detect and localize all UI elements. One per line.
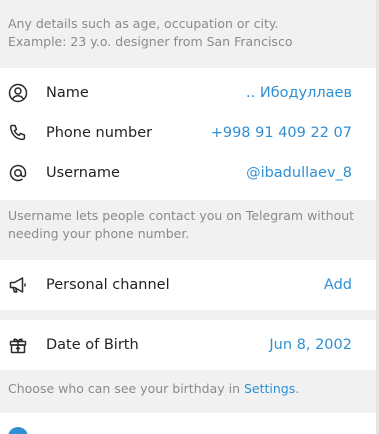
add-channel-link[interactable]: Add <box>324 277 352 293</box>
date-of-birth-label: Date of Birth <box>46 337 139 353</box>
birthday-hint-line: Choose who can see your birthday in Sett… <box>8 380 365 398</box>
username-value: @ibadullaev_8 <box>246 165 352 181</box>
partial-icon <box>8 427 28 434</box>
bio-hint: Any details such as age, occupation or c… <box>0 15 379 51</box>
username-hint-line2: needing your phone number. <box>8 226 190 241</box>
date-of-birth-row[interactable]: Date of Birth Jun 8, 2002 <box>0 325 376 365</box>
gift-icon <box>8 335 28 355</box>
bio-hint-line1: Any details such as age, occupation or c… <box>8 16 279 31</box>
settings-link[interactable]: Settings <box>244 381 295 396</box>
bio-hint-line2: Example: 23 y.o. designer from San Franc… <box>8 34 293 49</box>
at-sign-icon <box>8 163 28 183</box>
person-icon <box>8 83 28 103</box>
phone-label: Phone number <box>46 125 153 141</box>
birthday-hint-text: Choose who can see your birthday in <box>8 381 244 396</box>
phone-value: +998 91 409 22 07 <box>210 125 352 141</box>
birthday-card: Date of Birth Jun 8, 2002 <box>0 320 376 370</box>
username-row[interactable]: Username @ibadullaev_8 <box>0 153 376 193</box>
info-card: Name .. Ибодуллаев Phone number +998 91 … <box>0 68 376 200</box>
username-hint: Username lets people contact you on Tele… <box>0 207 379 243</box>
name-value: .. Ибодуллаев <box>246 85 352 101</box>
name-row[interactable]: Name .. Ибодуллаев <box>0 73 376 113</box>
next-card <box>0 413 376 434</box>
personal-channel-row[interactable]: Personal channel Add <box>0 265 376 305</box>
megaphone-icon <box>8 275 28 295</box>
birthday-hint-suffix: . <box>295 381 300 396</box>
personal-channel-label: Personal channel <box>46 277 170 293</box>
username-label: Username <box>46 165 120 181</box>
channel-card: Personal channel Add <box>0 260 376 310</box>
date-of-birth-value: Jun 8, 2002 <box>269 337 352 353</box>
name-label: Name <box>46 85 89 101</box>
phone-icon <box>8 123 28 143</box>
birthday-hint: Choose who can see your birthday in Sett… <box>0 380 379 398</box>
phone-row[interactable]: Phone number +998 91 409 22 07 <box>0 113 376 153</box>
username-hint-line1: Username lets people contact you on Tele… <box>8 208 355 223</box>
